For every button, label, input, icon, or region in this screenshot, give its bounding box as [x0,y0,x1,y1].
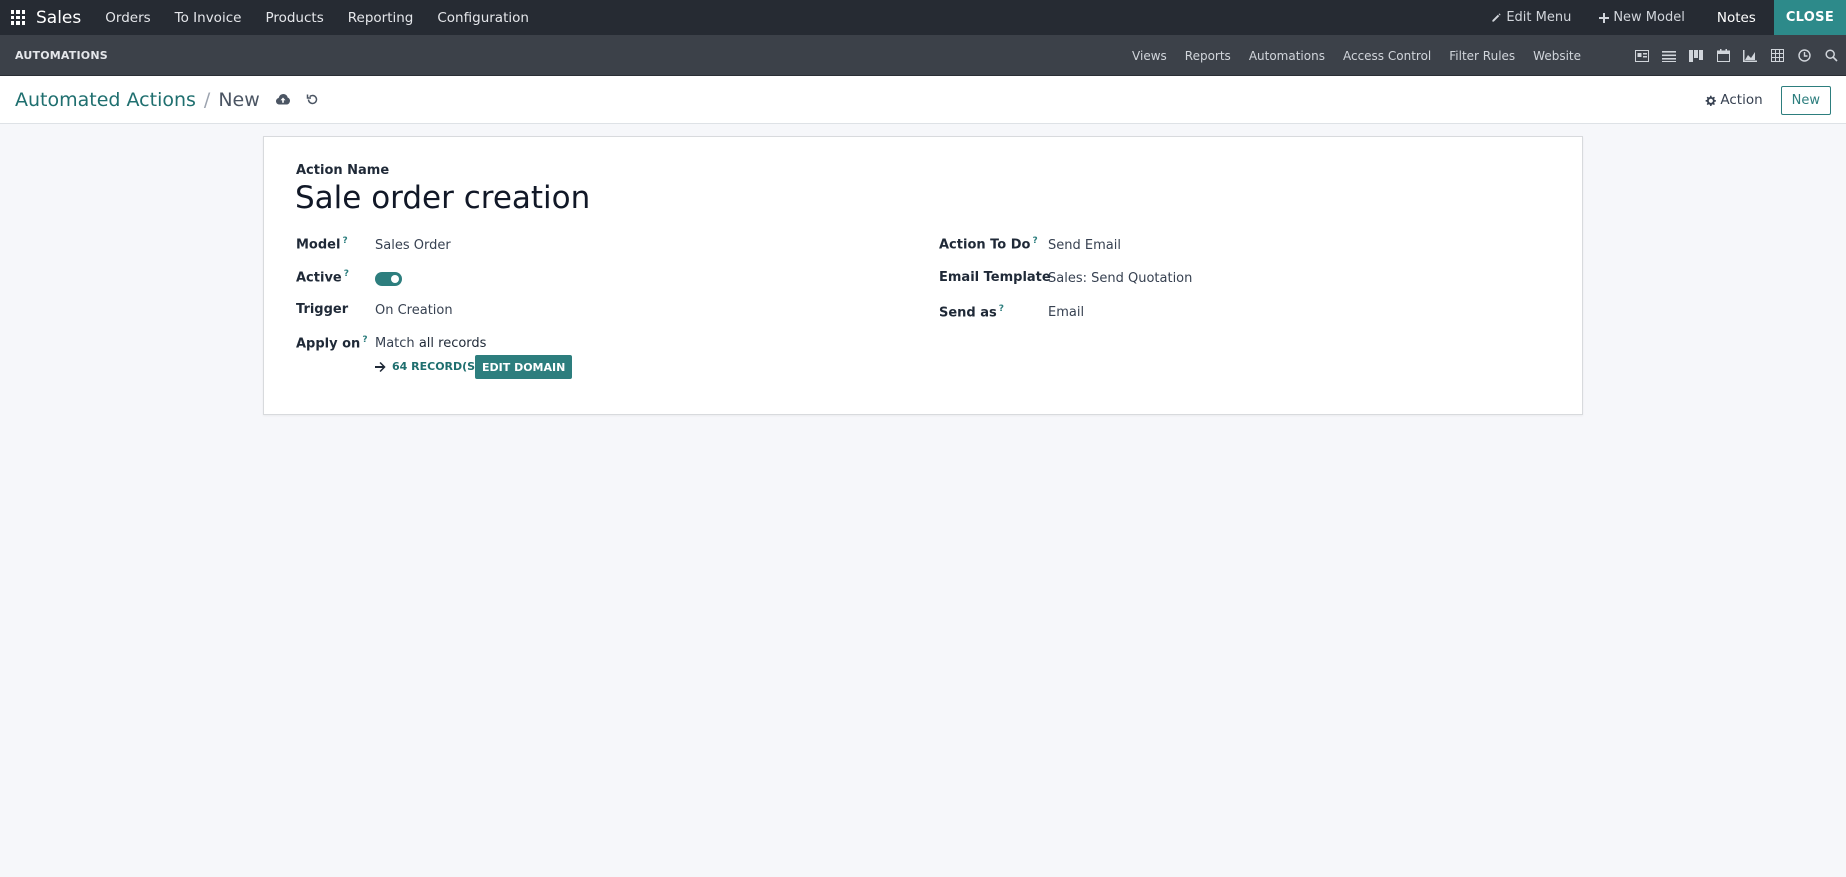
active-toggle[interactable] [375,272,402,286]
menu-item-orders[interactable]: Orders [105,10,150,26]
help-tooltip-icon[interactable]: ? [999,304,1004,314]
new-record-button[interactable]: New [1780,85,1831,115]
new-model-label: New Model [1613,10,1685,25]
domain-summary-all: all records [418,336,487,351]
edit-domain-button[interactable]: EDIT DOMAIN [475,355,573,379]
menu-item-configuration[interactable]: Configuration [437,10,529,26]
arrow-right-icon [375,361,386,372]
studio-menu-website[interactable]: Website [1533,49,1581,63]
gear-icon [1705,95,1717,106]
studio-bar: AUTOMATIONS Views Reports Automations Ac… [0,35,1846,76]
studio-menu-views[interactable]: Views [1132,49,1167,63]
action-label: Action [1720,92,1763,108]
control-panel-actions: Action New [1705,76,1831,124]
help-tooltip-icon[interactable]: ? [344,269,349,279]
help-tooltip-icon[interactable]: ? [362,335,367,345]
studio-section-title: AUTOMATIONS [15,48,108,62]
records-count-link[interactable]: 64 RECORD(S) [375,360,480,373]
plus-icon [1599,12,1610,23]
app-name[interactable]: Sales [36,8,81,28]
menu-item-reporting[interactable]: Reporting [348,10,414,26]
studio-menu-filter-rules[interactable]: Filter Rules [1449,49,1515,63]
help-tooltip-icon[interactable]: ? [342,236,347,246]
save-cloud-icon[interactable] [275,94,290,105]
help-tooltip-icon[interactable]: ? [1032,236,1037,246]
domain-summary-prefix: Match [375,336,419,351]
apps-menu-icon[interactable] [0,0,36,35]
breadcrumb-separator: / [203,88,211,111]
list-view-icon[interactable] [1660,47,1678,65]
action-name-input[interactable]: Sale order creation [295,180,590,216]
edit-menu-label: Edit Menu [1506,10,1572,25]
view-switcher [1633,35,1840,76]
main-menu: Orders To Invoice Products Reporting Con… [105,10,529,26]
send-as-label: Send as? [939,304,1005,321]
email-template-field[interactable]: Sales: Send Quotation [1048,271,1192,286]
top-navbar: Sales Orders To Invoice Products Reporti… [0,0,1846,35]
action-name-label: Action Name [296,163,390,178]
records-count-label: 64 RECORD(S) [392,360,481,373]
model-label: Model? [296,236,348,253]
studio-menu-access-control[interactable]: Access Control [1343,49,1431,63]
studio-menu-automations[interactable]: Automations [1249,49,1325,63]
calendar-view-icon[interactable] [1714,47,1732,65]
breadcrumb-current: New [218,88,260,111]
model-field[interactable]: Sales Order [375,238,451,253]
control-panel: Automated Actions / New Action New [0,76,1846,124]
pencil-icon [1492,13,1501,22]
send-as-field[interactable]: Email [1048,305,1084,320]
search-view-icon[interactable] [1822,47,1840,65]
menu-item-to-invoice[interactable]: To Invoice [175,10,242,26]
studio-top-actions: Edit Menu New Model Notes CLOSE [1477,0,1846,35]
menu-item-products[interactable]: Products [265,10,323,26]
active-label: Active? [296,269,349,286]
discard-undo-icon[interactable] [306,93,319,106]
action-to-do-label: Action To Do? [939,236,1038,253]
action-to-do-field[interactable]: Send Email [1048,238,1121,253]
trigger-label: Trigger [296,302,349,317]
edit-menu-button[interactable]: Edit Menu [1477,10,1585,25]
activity-view-icon[interactable] [1795,47,1813,65]
apply-on-label: Apply on? [296,335,368,352]
kanban-view-icon[interactable] [1687,47,1705,65]
action-menu-button[interactable]: Action [1705,92,1763,108]
notes-button[interactable]: Notes [1699,10,1774,26]
studio-menu-reports[interactable]: Reports [1185,49,1231,63]
form-sheet: Action Name Sale order creation Model? S… [263,136,1583,415]
form-view-icon[interactable] [1633,47,1651,65]
trigger-field[interactable]: On Creation [375,303,453,318]
email-template-label: Email Template [939,270,1051,285]
graph-view-icon[interactable] [1741,47,1759,65]
breadcrumb: Automated Actions / New [15,89,260,111]
studio-menu: Views Reports Automations Access Control… [1132,35,1581,76]
close-studio-button[interactable]: CLOSE [1773,0,1846,35]
domain-summary: Match all records [375,336,486,351]
new-model-button[interactable]: New Model [1585,10,1699,25]
breadcrumb-automated-actions[interactable]: Automated Actions [15,89,196,111]
pivot-view-icon[interactable] [1768,47,1786,65]
